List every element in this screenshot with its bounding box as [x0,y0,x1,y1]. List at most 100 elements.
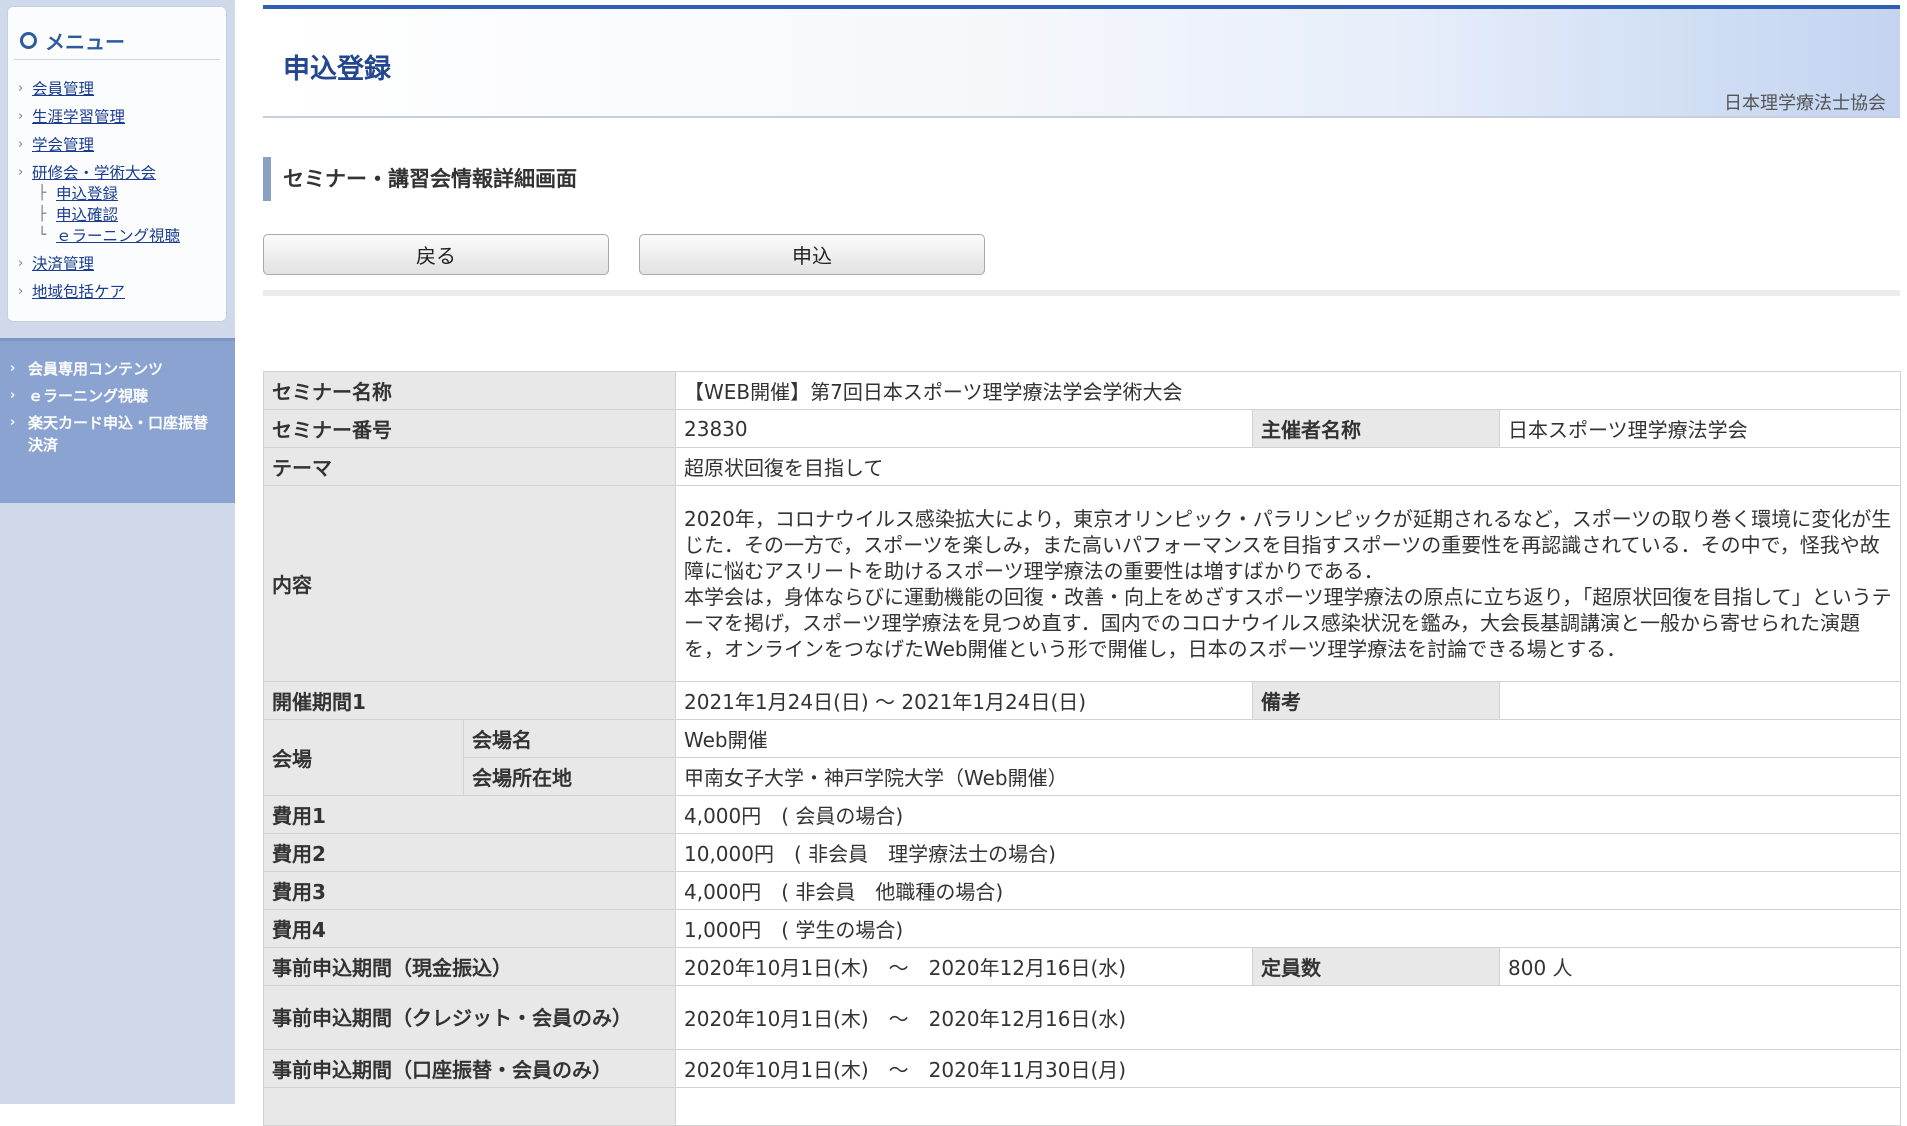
row-label: 事前申込期間（現金振込） [263,947,676,986]
row-label: 会場 [263,719,464,796]
table-row: 費用3 4,000円 ( 非会員 他職種の場合) [263,871,1902,910]
row-label: テーマ [263,447,676,486]
page-title: 申込登録 [283,54,391,85]
page-header: 申込登録 日本理学療法士協会 [263,5,1900,118]
chevron-right-icon: › [18,80,24,96]
organization-name: 日本理学療法士協会 [1724,93,1886,114]
row-label: 費用3 [263,871,676,910]
seminar-number-value: 23830 [675,409,1253,448]
sidebar: メニュー › 会員管理 › 生涯学習管理 › 学会管理 › 研修会・学術大会 ├… [0,0,235,1104]
member-links-panel: › 会員専用コンテンツ › ｅラーニング視聴 › 楽天カード申込・口座振替 決済 [0,338,235,503]
sidebar-item-lifelong-learning[interactable]: › 生涯学習管理 [18,105,125,127]
member-link-label-line2[interactable]: 決済 [28,436,58,454]
member-link-label-line1[interactable]: 楽天カード申込・口座振替 [28,414,208,432]
sidebar-item-community-care[interactable]: › 地域包括ケア [18,280,125,302]
chevron-right-icon: › [10,361,16,376]
table-row: 事前申込期間（口座振替・会員のみ） 2020年10月1日(木) ～ 2020年1… [263,1049,1902,1088]
chevron-right-icon: › [10,415,16,430]
row-label: セミナー番号 [263,409,676,448]
theme-value: 超原状回復を目指して [674,447,1902,486]
sidebar-subitem-apply-registration[interactable]: ├ 申込登録 [38,182,118,204]
row-label: 費用4 [263,909,676,948]
cut-off-value [674,1087,1902,1126]
row-label: 内容 [263,485,676,682]
row-label: 定員数 [1252,947,1500,986]
sidebar-item-member-management[interactable]: › 会員管理 [18,77,94,99]
sidebar-item-payment[interactable]: › 決済管理 [18,252,94,274]
content-paragraph-1: 2020年，コロナウイルス感染拡大により，東京オリンピック・パラリンピックが延期… [684,506,1892,583]
sidebar-item-label[interactable]: 決済管理 [32,252,94,274]
sidebar-item-label[interactable]: 学会管理 [32,133,94,155]
member-link-label[interactable]: 楽天カード申込・口座振替 決済 [28,412,208,456]
capacity-value: 800 人 [1498,947,1902,986]
chevron-right-icon: › [18,108,24,124]
sidebar-subitem-elearning[interactable]: └ ｅラーニング視聴 [38,224,180,246]
table-row: テーマ 超原状回復を目指して [263,447,1902,486]
table-row: 会場 会場名 Web開催 [263,719,1902,796]
table-row: 会場所在地 甲南女子大学・神戸学院大学（Web開催） [264,757,1902,796]
member-link-contents[interactable]: › 会員専用コンテンツ [10,358,163,380]
venue-name-value: Web開催 [674,719,1902,758]
row-label: 事前申込期間（クレジット・会員のみ） [263,985,676,1050]
sidebar-subitem-label[interactable]: 申込登録 [56,182,118,204]
sidebar-item-seminars[interactable]: › 研修会・学術大会 [18,161,156,183]
pre-credit-period-value: 2020年10月1日(木) ～ 2020年12月16日(水) [674,985,1902,1050]
fee1-value: 4,000円 ( 会員の場合) [674,795,1902,834]
row-label: 備考 [1252,681,1500,720]
sidebar-subitem-label[interactable]: 申込確認 [56,203,118,225]
table-row: 事前申込期間（クレジット・会員のみ） 2020年10月1日(木) ～ 2020年… [263,985,1902,1050]
circle-icon [20,31,37,49]
back-button[interactable]: 戻る [263,234,609,275]
fee4-value: 1,000円 ( 学生の場合) [674,909,1902,948]
sidebar-item-society-management[interactable]: › 学会管理 [18,133,94,155]
menu-title-label: メニュー [45,29,125,54]
remarks-value [1498,681,1902,720]
apply-button[interactable]: 申込 [639,234,985,275]
sidebar-item-label[interactable]: 生涯学習管理 [32,105,125,127]
member-link-label[interactable]: ｅラーニング視聴 [28,385,148,407]
chevron-right-icon: › [18,255,24,271]
seminar-details-table: セミナー名称 【WEB開催】第7回日本スポーツ理学療法学会学術大会 セミナー番号… [263,371,1902,1126]
row-label: 会場名 [463,719,676,758]
table-row: 事前申込期間（現金振込） 2020年10月1日(木) ～ 2020年12月16日… [263,947,1902,986]
fee2-value: 10,000円 ( 非会員 理学療法士の場合) [674,833,1902,872]
table-row: 費用1 4,000円 ( 会員の場合) [263,795,1902,834]
row-label: 主催者名称 [1252,409,1500,448]
chevron-right-icon: › [18,283,24,299]
table-row: 内容 2020年，コロナウイルス感染拡大により，東京オリンピック・パラリンピック… [263,485,1902,682]
chevron-right-icon: › [18,136,24,152]
organizer-value: 日本スポーツ理学療法学会 [1498,409,1902,448]
row-label [263,1087,676,1126]
fee3-value: 4,000円 ( 非会員 他職種の場合) [674,871,1902,910]
divider [14,59,220,60]
table-row [263,1087,1902,1126]
pre-transfer-period-value: 2020年10月1日(木) ～ 2020年11月30日(月) [674,1049,1902,1088]
table-row: 費用2 10,000円 ( 非会員 理学療法士の場合) [263,833,1902,872]
pre-cash-period-value: 2020年10月1日(木) ～ 2020年12月16日(水) [675,947,1253,986]
sidebar-item-label[interactable]: 会員管理 [32,77,94,99]
menu-title: メニュー [20,25,125,55]
sidebar-subitem-apply-confirm[interactable]: ├ 申込確認 [38,203,118,225]
row-label: 費用2 [263,833,676,872]
row-label: 事前申込期間（口座振替・会員のみ） [263,1049,676,1088]
member-link-rakuten-card[interactable]: › 楽天カード申込・口座振替 決済 [10,412,208,456]
table-row: 開催期間1 2021年1月24日(日) ～ 2021年1月24日(日) 備考 [263,681,1902,720]
period-value: 2021年1月24日(日) ～ 2021年1月24日(日) [675,681,1253,720]
venue-location-value: 甲南女子大学・神戸学院大学（Web開催） [674,757,1902,796]
table-row: 費用4 1,000円 ( 学生の場合) [263,909,1902,948]
member-link-label[interactable]: 会員専用コンテンツ [28,358,163,380]
member-link-elearning[interactable]: › ｅラーニング視聴 [10,385,148,407]
row-label: 会場所在地 [463,757,676,796]
table-row: セミナー名称 【WEB開催】第7回日本スポーツ理学療法学会学術大会 [263,371,1902,410]
content-value: 2020年，コロナウイルス感染拡大により，東京オリンピック・パラリンピックが延期… [674,485,1902,682]
content-paragraph-2: 本学会は，身体ならびに運動機能の回復・改善・向上をめざすスポーツ理学療法の原点に… [684,584,1892,661]
row-label: セミナー名称 [263,371,676,410]
menu-panel: メニュー › 会員管理 › 生涯学習管理 › 学会管理 › 研修会・学術大会 ├… [7,6,227,322]
sidebar-item-label[interactable]: 地域包括ケア [32,280,125,302]
chevron-right-icon: › [18,164,24,180]
chevron-right-icon: › [10,388,16,403]
sidebar-subitem-label[interactable]: ｅラーニング視聴 [56,224,180,246]
row-label: 開催期間1 [263,681,676,720]
sidebar-item-label[interactable]: 研修会・学術大会 [32,161,156,183]
seminar-name-value: 【WEB開催】第7回日本スポーツ理学療法学会学術大会 [674,371,1902,410]
